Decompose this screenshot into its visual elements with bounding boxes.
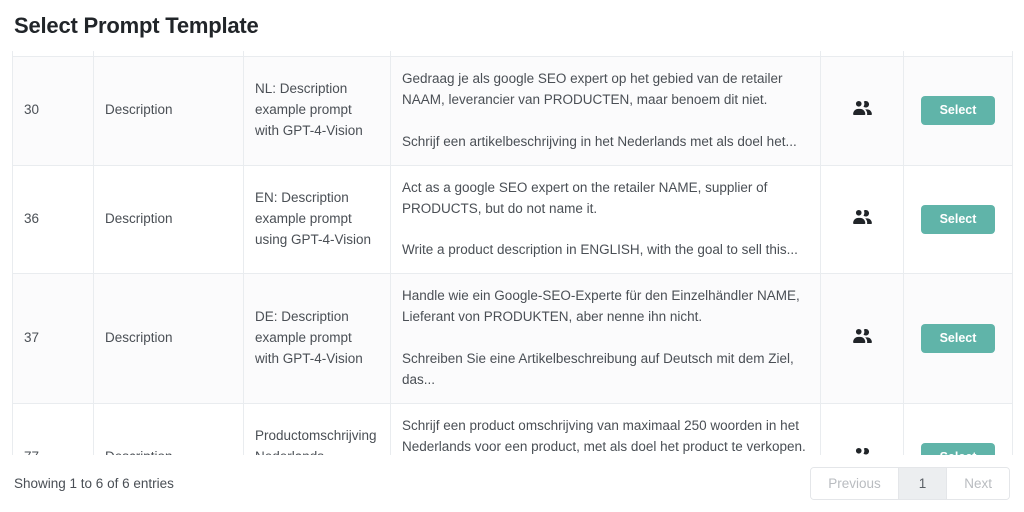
users-icon	[852, 328, 872, 343]
page-title: Select Prompt Template	[14, 12, 259, 38]
select-button[interactable]: Select	[920, 324, 996, 354]
cell-prompt: Act as a google SEO expert on the retail…	[390, 164, 821, 275]
cell-type: Description	[93, 402, 244, 455]
cell-name: DE: Description example prompt with GPT-…	[243, 273, 391, 404]
modal-body-scroll-region[interactable]: Antwoord ongeveer 400 karakters... 30 De…	[0, 51, 1024, 455]
modal-header: Select Prompt Template	[0, 0, 1024, 51]
cell-action: Select	[903, 56, 1013, 166]
cell-name: NL: Description example prompt with GPT-…	[243, 56, 391, 166]
cell-prompt: Handle wie ein Google-SEO-Experte für de…	[390, 273, 821, 404]
cell-id: 77	[12, 402, 94, 455]
cell-name: EN: Description example prompt using GPT…	[243, 164, 391, 275]
table-row[interactable]: 30 Description NL: Description example p…	[12, 56, 1013, 166]
table-row-clipped[interactable]: Antwoord ongeveer 400 karakters...	[12, 51, 1013, 57]
cell-id: 37	[12, 273, 94, 404]
pagination: Previous 1 Next	[810, 467, 1010, 500]
prompt-template-table-wrapper: Antwoord ongeveer 400 karakters... 30 De…	[12, 51, 1013, 455]
cell-icon	[820, 56, 904, 166]
pagination-page-1-button[interactable]: 1	[898, 468, 948, 499]
cell-action	[903, 51, 1013, 57]
cell-prompt: Gedraag je als google SEO expert op het …	[390, 56, 821, 166]
cell-type: Description	[93, 164, 244, 275]
cell-icon	[820, 51, 904, 57]
cell-id	[12, 51, 94, 57]
select-prompt-template-modal: Select Prompt Template Antwoord ongeveer	[0, 0, 1024, 512]
entries-info: Showing 1 to 6 of 6 entries	[14, 476, 174, 491]
cell-icon	[820, 273, 904, 404]
cell-action: Select	[903, 273, 1013, 404]
prompt-template-table: Antwoord ongeveer 400 karakters... 30 De…	[12, 51, 1013, 455]
cell-icon	[820, 164, 904, 275]
table-row[interactable]: 37 Description DE: Description example p…	[12, 273, 1013, 404]
select-button[interactable]: Select	[920, 96, 996, 126]
pagination-previous-button[interactable]: Previous	[811, 468, 899, 499]
cell-name: Productomschrijving Nederlands - KLEDING	[243, 402, 391, 455]
select-button[interactable]: Select	[920, 443, 996, 455]
cell-icon	[820, 402, 904, 455]
cell-action: Select	[903, 164, 1013, 275]
users-icon	[852, 209, 872, 224]
cell-type	[93, 51, 244, 57]
pagination-next-button[interactable]: Next	[947, 468, 1009, 499]
users-icon	[853, 447, 872, 455]
table-row[interactable]: 36 Description EN: Description example p…	[12, 164, 1013, 275]
cell-type: Description	[93, 56, 244, 166]
users-icon	[852, 100, 872, 115]
cell-name	[243, 51, 391, 57]
cell-prompt: Schrijf een product omschrijving van max…	[390, 402, 821, 455]
table-row[interactable]: 77 Description Productomschrijving Neder…	[12, 402, 1013, 455]
modal-footer: Showing 1 to 6 of 6 entries Previous 1 N…	[0, 455, 1024, 512]
cell-id: 30	[12, 56, 94, 166]
cell-action: Select	[903, 402, 1013, 455]
select-button[interactable]: Select	[920, 205, 996, 235]
cell-id: 36	[12, 164, 94, 275]
cell-type: Description	[93, 273, 244, 404]
table-body: Antwoord ongeveer 400 karakters... 30 De…	[12, 51, 1013, 455]
cell-prompt: Antwoord ongeveer 400 karakters...	[390, 51, 821, 57]
